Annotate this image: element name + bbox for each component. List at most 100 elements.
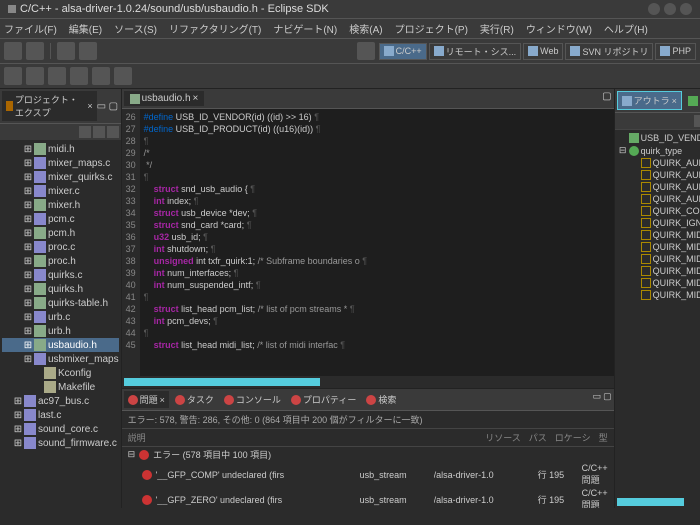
tree-twisty-icon[interactable]: ⊞ <box>22 172 34 183</box>
tree-item[interactable]: ⊞quirks.h <box>2 282 119 296</box>
column-header[interactable]: 型 <box>599 431 608 444</box>
outline-item[interactable]: QUIRK_COMPOSITE <box>617 205 700 217</box>
menu-item[interactable]: ソース(S) <box>114 21 157 36</box>
tree-item[interactable]: ⊞pcm.h <box>2 226 119 240</box>
maximize-view-icon[interactable]: ▢ <box>109 101 119 111</box>
tree-twisty-icon[interactable]: ⊞ <box>22 144 34 155</box>
minimize-view-icon[interactable]: ▭ <box>97 101 107 111</box>
bottom-tab[interactable]: コンソール <box>220 391 285 408</box>
tree-item[interactable]: ⊞pcm.c <box>2 212 119 226</box>
menu-item[interactable]: 実行(R) <box>480 21 514 36</box>
hammer-icon[interactable] <box>79 42 97 60</box>
outline-item[interactable]: QUIRK_IGNORE_INTE <box>617 217 700 229</box>
tree-item[interactable]: ⊞proc.h <box>2 254 119 268</box>
explorer-tab[interactable]: プロジェクト・エクスプ × <box>2 91 97 121</box>
tree-item[interactable]: ⊞proc.c <box>2 240 119 254</box>
tree-twisty-icon[interactable]: ⊞ <box>22 354 34 365</box>
close-icon[interactable]: × <box>672 96 677 106</box>
tree-item[interactable]: ⊞usbaudio.h <box>2 338 119 352</box>
outline-item[interactable]: ⊟quirk_type <box>617 144 700 157</box>
tree-twisty-icon[interactable]: ⊞ <box>22 158 34 169</box>
outline-item[interactable]: QUIRK_AUDIO_EDIRO <box>617 169 700 181</box>
open-type-icon[interactable] <box>70 67 88 85</box>
outline-item[interactable]: QUIRK_MIDI_FIXED_ <box>617 265 700 277</box>
code-editor[interactable]: 2627282930313233343536373839404142434445… <box>122 109 614 376</box>
debug-icon[interactable] <box>4 67 22 85</box>
tree-item[interactable]: ⊞ac97_bus.c <box>2 394 119 408</box>
tree-twisty-icon[interactable]: ⊞ <box>22 228 34 239</box>
outline-item[interactable]: QUIRK_MIDI_AKAI <box>617 229 700 241</box>
outline-item[interactable]: QUIRK_AUDIO_STAN <box>617 193 700 205</box>
outline-tree[interactable]: USB_ID_VENDOR⊟quirk_typeQUIRK_AUDIO_ALIG… <box>615 130 700 496</box>
close-icon[interactable]: × <box>87 101 92 111</box>
tree-twisty-icon[interactable]: ⊞ <box>22 284 34 295</box>
outline-item[interactable]: QUIRK_MIDI_EMAGIC <box>617 253 700 265</box>
horizontal-scrollbar[interactable] <box>124 378 321 386</box>
tree-twisty-icon[interactable]: ⊞ <box>22 298 34 309</box>
tree-twisty-icon[interactable]: ⊞ <box>12 424 24 435</box>
tree-item[interactable]: ⊞quirks-table.h <box>2 296 119 310</box>
minimize-button[interactable] <box>648 3 660 15</box>
tree-item[interactable]: ⊞mixer.h <box>2 198 119 212</box>
perspective-button[interactable]: C/C++ <box>379 43 427 60</box>
menu-item[interactable]: ヘルプ(H) <box>604 21 648 36</box>
new-icon[interactable] <box>4 42 22 60</box>
horizontal-scrollbar[interactable] <box>617 498 685 506</box>
problems-list[interactable]: ⊟エラー (578 項目中 100 項目)'__GFP_COMP' undecl… <box>122 447 614 508</box>
tree-twisty-icon[interactable]: ⊞ <box>22 270 34 281</box>
collapse-icon[interactable] <box>79 126 91 138</box>
tree-twisty-icon[interactable]: ⊞ <box>22 326 34 337</box>
tree-item[interactable]: ⊞urb.h <box>2 324 119 338</box>
menu-item[interactable]: 検索(A) <box>349 21 382 36</box>
tree-twisty-icon[interactable]: ⊞ <box>22 312 34 323</box>
tree-item[interactable]: ⊞last.c <box>2 408 119 422</box>
link-icon[interactable] <box>93 126 105 138</box>
problem-row[interactable]: '__GFP_COMP' undeclared (firsusb_stream/… <box>122 462 614 487</box>
bottom-tab[interactable]: 検索 <box>362 391 400 408</box>
minimize-view-icon[interactable]: ▭ <box>593 391 602 408</box>
tree-item[interactable]: ⊞mixer_quirks.c <box>2 170 119 184</box>
maximize-view-icon[interactable]: ▢ <box>603 391 612 408</box>
outline-tab[interactable]: アウトラ × <box>617 91 682 110</box>
tree-twisty-icon[interactable]: ⊞ <box>22 186 34 197</box>
save-icon[interactable] <box>26 42 44 60</box>
outline-item[interactable]: QUIRK_MIDI_CME <box>617 241 700 253</box>
perspective-button[interactable]: SVN リポジトリ <box>565 43 653 60</box>
menu-item[interactable]: リファクタリング(T) <box>169 21 261 36</box>
tree-twisty-icon[interactable]: ⊞ <box>12 438 24 449</box>
menu-item[interactable]: プロジェクト(P) <box>395 21 468 36</box>
perspective-button[interactable]: Web <box>523 43 563 60</box>
outline-item[interactable]: USB_ID_VENDOR <box>617 132 700 144</box>
perspective-switcher-icon[interactable] <box>357 42 375 60</box>
tree-twisty-icon[interactable]: ⊞ <box>12 410 24 421</box>
tree-item[interactable]: Kconfig <box>2 366 119 380</box>
outline-item[interactable]: QUIRK_MIDI_MIDIMA <box>617 277 700 289</box>
perspective-button[interactable]: PHP <box>655 43 696 60</box>
tree-item[interactable]: Makefile <box>2 380 119 394</box>
run-icon[interactable] <box>26 67 44 85</box>
tree-item[interactable]: ⊞mixer_maps.c <box>2 156 119 170</box>
tree-twisty-icon[interactable]: ⊞ <box>22 242 34 253</box>
tree-item[interactable]: ⊞sound_core.c <box>2 422 119 436</box>
menu-item[interactable]: 編集(E) <box>69 21 102 36</box>
bottom-tab[interactable]: プロパティー <box>287 391 360 408</box>
tree-twisty-icon[interactable]: ⊞ <box>22 200 34 211</box>
tree-twisty-icon[interactable]: ⊞ <box>12 396 24 407</box>
outline-item[interactable]: QUIRK_AUDIO_ALIGN <box>617 157 700 169</box>
close-button[interactable] <box>680 3 692 15</box>
nav-back-icon[interactable] <box>92 67 110 85</box>
problem-row[interactable]: '__GFP_ZERO' undeclared (firsusb_stream/… <box>122 487 614 508</box>
error-group[interactable]: ⊟エラー (578 項目中 100 項目) <box>122 447 614 462</box>
menu-item[interactable]: ウィンドウ(W) <box>526 21 592 36</box>
file-tree[interactable]: ⊞midi.h⊞mixer_maps.c⊞mixer_quirks.c⊞mixe… <box>0 140 121 508</box>
tree-item[interactable]: ⊞mixer.c <box>2 184 119 198</box>
bottom-tab[interactable]: タスク <box>171 391 218 408</box>
outline-item[interactable]: QUIRK_AUDIO_FIXED <box>617 181 700 193</box>
maximize-editor-icon[interactable]: ▢ <box>602 91 611 106</box>
maximize-button[interactable] <box>664 3 676 15</box>
outline-item[interactable]: QUIRK_MIDI_NOVATI <box>617 289 700 301</box>
tree-twisty-icon[interactable]: ⊞ <box>22 256 34 267</box>
column-header[interactable]: ロケーシ <box>555 431 591 444</box>
close-icon[interactable]: × <box>160 395 165 405</box>
tree-item[interactable]: ⊞quirks.c <box>2 268 119 282</box>
